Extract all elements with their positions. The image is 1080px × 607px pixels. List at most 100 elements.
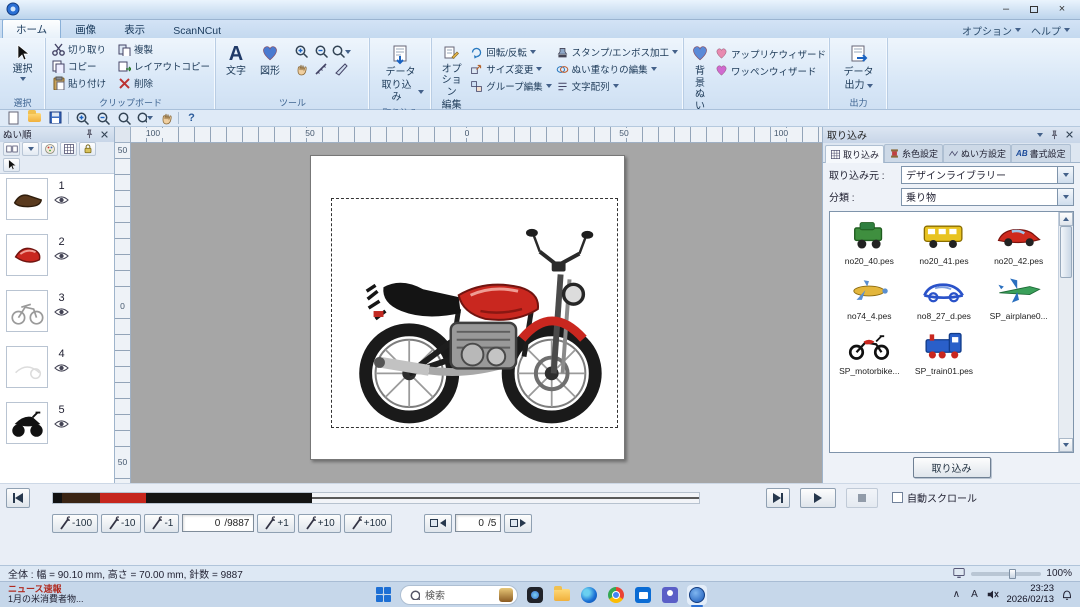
tab-import[interactable]: 取り込み <box>825 145 884 163</box>
panel-pin-icon[interactable] <box>83 128 96 140</box>
stop-button[interactable] <box>846 488 878 508</box>
progress-marker[interactable] <box>53 493 62 503</box>
frame-mode-dropdown[interactable] <box>22 142 39 156</box>
group-edit-button[interactable]: グループ編集 <box>468 78 553 95</box>
color-count-field[interactable]: 0/5 <box>455 514 501 532</box>
sew-order-item[interactable]: 5 <box>6 402 114 458</box>
sew-order-item[interactable]: 3 <box>6 290 114 346</box>
taskbar-search[interactable]: 検索 <box>400 585 518 605</box>
previous-color-button[interactable] <box>424 514 452 533</box>
go-to-end-button[interactable] <box>766 488 790 508</box>
options-menu[interactable]: オプション <box>962 23 1021 38</box>
option-edit-button[interactable]: オプション 編集 <box>435 41 468 115</box>
layout-copy-button[interactable]: レイアウトコピー <box>115 58 212 75</box>
resize-button[interactable]: サイズ変更 <box>468 61 553 78</box>
taskbar-app-store[interactable] <box>633 585 653 605</box>
tray-chevron-up[interactable]: ∧ <box>950 589 962 600</box>
zoom-slider[interactable] <box>971 572 1041 576</box>
taskbar-clock[interactable]: 23:23 2026/02/13 <box>1006 584 1054 605</box>
stitch-count-field[interactable]: 0/9887 <box>182 514 254 532</box>
zoom-in-button[interactable] <box>291 43 311 61</box>
stitch-forward-100-button[interactable]: +100 <box>344 514 393 533</box>
paste-button[interactable]: 貼り付け <box>49 75 115 92</box>
taskbar-app-edge[interactable] <box>579 585 599 605</box>
selection-box[interactable] <box>331 198 618 428</box>
zoom-out-button[interactable] <box>311 43 331 61</box>
delete-button[interactable]: 削除 <box>115 75 212 92</box>
thumbnail-size-button[interactable] <box>60 142 77 156</box>
stitch-forward-10-button[interactable]: +10 <box>298 514 341 533</box>
new-document-button[interactable] <box>5 110 22 125</box>
zoom-actual-button[interactable] <box>115 110 132 125</box>
panel-pin-icon[interactable] <box>1048 129 1061 141</box>
data-import-button[interactable]: データ 取り込み <box>373 41 428 107</box>
taskbar-app-chrome[interactable] <box>606 585 626 605</box>
visibility-eye-icon[interactable] <box>54 419 69 432</box>
tab-text-format[interactable]: AB書式設定 <box>1011 144 1071 162</box>
sew-order-item[interactable]: 2 <box>6 234 114 290</box>
cut-button[interactable]: 切り取り <box>49 41 115 58</box>
speaker-muted-icon[interactable] <box>986 588 1000 601</box>
taskbar-app-pedesign-active[interactable] <box>687 585 707 605</box>
duplicate-button[interactable]: 複製 <box>115 41 212 58</box>
zoom-out-button[interactable] <box>94 110 111 125</box>
sew-order-thumbnail-silhouette[interactable] <box>6 402 48 444</box>
panel-close-icon[interactable] <box>98 128 111 140</box>
stipple-tool-button[interactable] <box>331 61 351 79</box>
sew-order-thumbnail-tank[interactable] <box>6 234 48 276</box>
source-dropdown[interactable]: デザインライブラリー <box>901 166 1074 184</box>
help-menu[interactable]: ヘルプ <box>1031 23 1070 38</box>
ime-indicator[interactable]: A <box>968 589 980 600</box>
help-button[interactable]: ? <box>183 110 200 125</box>
zoom-fit-button[interactable] <box>331 43 351 61</box>
panel-chevron-icon[interactable] <box>1033 129 1046 141</box>
library-item[interactable]: no20_41.pes <box>907 214 982 269</box>
close-button[interactable]: × <box>1048 1 1076 17</box>
library-item[interactable]: SP_airplane0... <box>981 269 1056 324</box>
applique-wizard-button[interactable]: アップリケウィザード <box>713 46 828 63</box>
sew-order-thumbnail-detail[interactable] <box>6 346 48 388</box>
panel-close-icon[interactable] <box>1063 129 1076 141</box>
library-item[interactable]: no20_42.pes <box>981 214 1056 269</box>
zoom-select-button[interactable] <box>136 110 153 125</box>
auto-scroll-checkbox[interactable] <box>892 492 903 503</box>
shape-tool-button[interactable]: 図形 <box>253 41 287 81</box>
start-button[interactable] <box>373 585 393 605</box>
measure-tool-button[interactable] <box>311 61 331 79</box>
pan-button[interactable] <box>157 110 174 125</box>
taskbar-app-teams[interactable] <box>660 585 680 605</box>
tab-home[interactable]: ホーム <box>2 19 61 38</box>
scroll-down-arrow[interactable] <box>1059 438 1073 452</box>
pan-tool-button[interactable] <box>291 61 311 79</box>
lock-button[interactable] <box>79 142 96 156</box>
background-sew-button[interactable]: 背景ぬい <box>687 41 713 116</box>
select-tool-button[interactable]: 選択 <box>9 41 37 85</box>
visibility-eye-icon[interactable] <box>54 307 69 320</box>
save-button[interactable] <box>47 110 64 125</box>
zoom-in-button[interactable] <box>73 110 90 125</box>
notification-bell-icon[interactable] <box>1060 588 1074 602</box>
patch-wizard-button[interactable]: ワッペンウィザード <box>713 63 828 80</box>
overlap-edit-button[interactable]: ぬい重なりの編集 <box>554 61 680 78</box>
stitch-back-1-button[interactable]: -1 <box>144 514 179 533</box>
play-button[interactable] <box>800 488 836 508</box>
stitch-back-10-button[interactable]: -10 <box>101 514 141 533</box>
library-item[interactable]: SP_train01.pes <box>907 324 982 379</box>
visibility-eye-icon[interactable] <box>54 363 69 376</box>
sew-order-item[interactable]: 4 <box>6 346 114 402</box>
stamp-emboss-button[interactable]: スタンプ/エンボス加工 <box>554 44 680 61</box>
pointer-button[interactable] <box>3 158 20 172</box>
library-item[interactable]: SP_motorbike... <box>832 324 907 379</box>
library-scrollbar[interactable] <box>1058 212 1073 452</box>
motorcycle-design[interactable] <box>332 199 619 429</box>
copy-button[interactable]: コピー <box>49 58 115 75</box>
tab-image[interactable]: 画像 <box>61 19 110 38</box>
library-item[interactable]: no74_4.pes <box>832 269 907 324</box>
visibility-eye-icon[interactable] <box>54 195 69 208</box>
text-tool-button[interactable]: A 文字 <box>219 41 253 81</box>
stitch-back-100-button[interactable]: -100 <box>52 514 98 533</box>
stitch-progress-bar[interactable] <box>52 492 700 504</box>
library-item[interactable]: no8_27_d.pes <box>907 269 982 324</box>
rotate-flip-button[interactable]: 回転/反転 <box>468 44 553 61</box>
scroll-up-arrow[interactable] <box>1059 212 1073 226</box>
